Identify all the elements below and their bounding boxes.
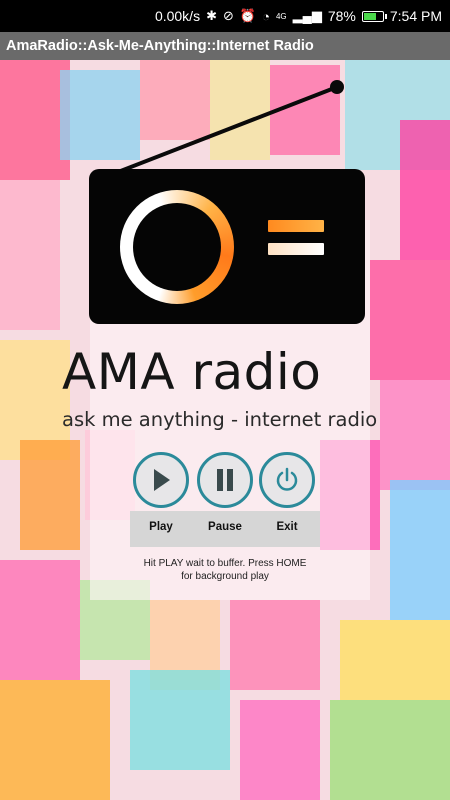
battery-icon	[361, 10, 387, 22]
pause-button[interactable]	[197, 452, 253, 508]
instructions-line: for background play	[181, 570, 269, 582]
exit-button[interactable]	[259, 452, 315, 508]
power-icon	[276, 467, 298, 491]
mute-notifications-icon: ⊘	[222, 8, 234, 23]
dial-bar-icon	[268, 243, 324, 255]
clock: 7:54 PM	[389, 8, 442, 24]
brand-name: AMA radio	[62, 343, 322, 401]
exit-label: Exit	[276, 521, 298, 533]
app-title-bar: AmaRadio::Ask-Me-Anything::Internet Radi…	[0, 32, 450, 60]
pause-label: Pause	[208, 521, 242, 533]
play-button[interactable]	[133, 452, 189, 508]
signal-icon: ▂▄▆	[292, 8, 322, 23]
app-title: AmaRadio::Ask-Me-Anything::Internet Radi…	[6, 38, 314, 54]
network-type: 4G	[275, 11, 287, 21]
status-bar: 0.00k/s ✱ ⊘ ⏰ ◔ 4G ▂▄▆ 78% 7:54 PM	[0, 0, 450, 32]
brand-tagline: ask me anything - internet radio	[62, 408, 378, 431]
play-icon	[154, 469, 170, 491]
alarm-icon: ⏰	[239, 8, 257, 23]
wifi-icon: ◔	[262, 8, 270, 24]
battery-percent: 78%	[327, 8, 356, 24]
play-label: Play	[149, 521, 173, 533]
speaker-ring-icon	[120, 190, 234, 304]
network-speed: 0.00k/s	[154, 8, 201, 24]
bluetooth-icon: ✱	[206, 8, 217, 23]
instructions: Hit PLAY wait to buffer. Press HOME for …	[135, 558, 315, 583]
instructions-line: Hit PLAY wait to buffer. Press HOME	[143, 558, 307, 569]
dial-bar-icon	[268, 220, 324, 232]
pause-icon	[217, 469, 233, 491]
